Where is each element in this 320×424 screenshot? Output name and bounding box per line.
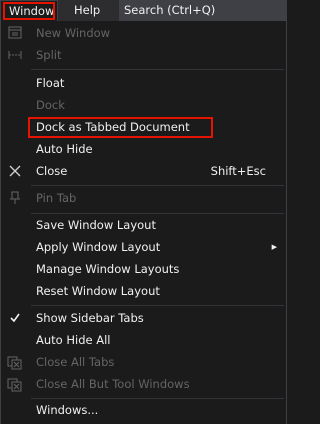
menu-item-shortcut: Shift+Esc bbox=[210, 164, 266, 178]
menu-bar: Window Help Search (Ctrl+Q) bbox=[0, 0, 287, 21]
menu-item-dock[interactable]: Dock bbox=[1, 94, 286, 116]
menu-item-label: Reset Window Layout bbox=[36, 284, 160, 298]
menu-item-label: Apply Window Layout bbox=[36, 240, 161, 254]
menu-item-label: Float bbox=[36, 76, 65, 90]
menu-item-label: Close bbox=[36, 164, 68, 178]
highlight-box-dock-tabbed bbox=[28, 117, 213, 138]
menu-item-close-all-tabs[interactable]: Close All Tabs bbox=[1, 351, 286, 373]
menu-separator bbox=[31, 69, 284, 70]
menu-item-new-window[interactable]: New Window bbox=[1, 22, 286, 44]
menu-item-windows[interactable]: Windows... bbox=[1, 399, 286, 421]
menu-separator bbox=[31, 305, 284, 306]
menu-item-label: Windows... bbox=[36, 403, 99, 417]
menu-item-label: Auto Hide All bbox=[36, 333, 111, 347]
menu-item-label: Split bbox=[36, 48, 62, 62]
window-menu-dropdown: New Window Split Float Dock Dock as Tabb… bbox=[0, 21, 287, 424]
submenu-arrow-icon: ▶ bbox=[271, 243, 277, 251]
menu-item-close[interactable]: Close Shift+Esc bbox=[1, 160, 286, 182]
menu-item-auto-hide-all[interactable]: Auto Hide All bbox=[1, 329, 286, 351]
menu-item-label: Close All Tabs bbox=[36, 355, 115, 369]
menu-window[interactable]: Window bbox=[0, 0, 58, 21]
menu-item-label: Save Window Layout bbox=[36, 218, 156, 232]
menu-item-auto-hide[interactable]: Auto Hide bbox=[1, 138, 286, 160]
menu-item-label: Close All But Tool Windows bbox=[36, 377, 190, 391]
menu-item-close-all-but-tool-windows[interactable]: Close All But Tool Windows bbox=[1, 373, 286, 395]
menu-item-split[interactable]: Split bbox=[1, 44, 286, 66]
menu-item-label: Manage Window Layouts bbox=[36, 262, 180, 276]
menu-item-float[interactable]: Float bbox=[1, 72, 286, 94]
search-box[interactable]: Search (Ctrl+Q) bbox=[119, 0, 287, 21]
menu-item-label: Dock bbox=[36, 98, 65, 112]
close-all-but-tool-windows-icon bbox=[7, 378, 22, 392]
menu-item-label: New Window bbox=[36, 26, 111, 40]
pin-icon bbox=[10, 191, 20, 204]
highlight-box-window bbox=[3, 2, 55, 20]
menu-item-label: Show Sidebar Tabs bbox=[36, 311, 144, 325]
menu-help-label: Help bbox=[74, 3, 101, 17]
checkmark-icon bbox=[10, 313, 20, 323]
menu-item-reset-window-layout[interactable]: Reset Window Layout bbox=[1, 280, 286, 302]
menu-separator bbox=[31, 185, 284, 186]
menu-item-label: Auto Hide bbox=[36, 142, 93, 156]
close-all-tabs-icon bbox=[7, 356, 22, 370]
split-icon bbox=[8, 51, 22, 59]
menu-item-save-window-layout[interactable]: Save Window Layout bbox=[1, 214, 286, 236]
menu-item-pin-tab[interactable]: Pin Tab bbox=[1, 187, 286, 209]
close-icon bbox=[9, 165, 21, 177]
menu-item-manage-window-layouts[interactable]: Manage Window Layouts bbox=[1, 258, 286, 280]
menu-item-show-sidebar-tabs[interactable]: Show Sidebar Tabs bbox=[1, 307, 286, 329]
new-window-icon bbox=[8, 26, 22, 39]
menu-item-apply-window-layout[interactable]: Apply Window Layout ▶ bbox=[1, 236, 286, 258]
menu-item-label: Pin Tab bbox=[36, 191, 77, 205]
search-box-label: Search (Ctrl+Q) bbox=[124, 3, 216, 17]
menu-help[interactable]: Help bbox=[66, 0, 116, 21]
